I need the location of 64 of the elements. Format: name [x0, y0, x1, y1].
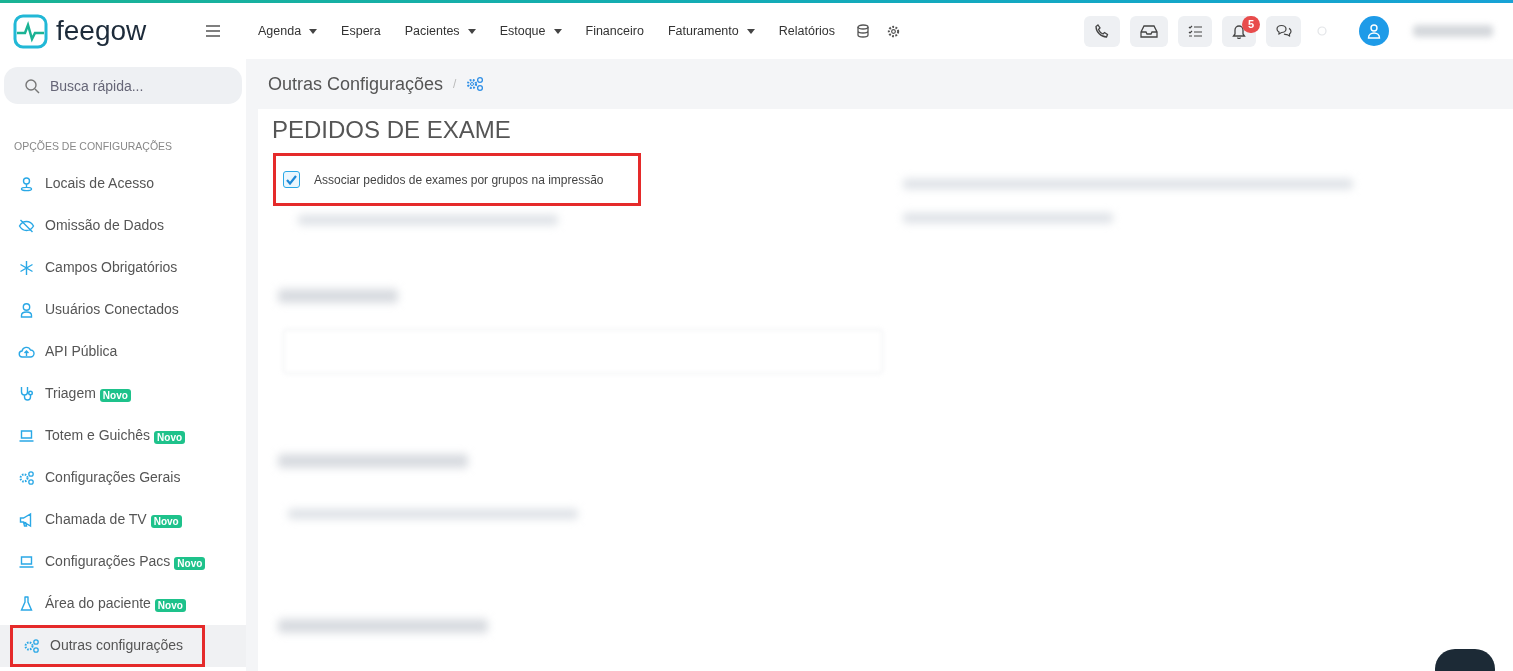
- checkbox[interactable]: [283, 171, 300, 188]
- chat-button[interactable]: [1266, 15, 1301, 47]
- search-icon: [24, 78, 40, 94]
- caret-icon: [746, 28, 755, 34]
- section-title: PEDIDOS DE EXAME: [271, 115, 512, 145]
- new-badge: Novo: [150, 515, 182, 529]
- nav-link[interactable]: Faturamento: [667, 21, 755, 41]
- caret-icon: [309, 28, 318, 34]
- inbox-icon: [1140, 24, 1158, 38]
- breadcrumb-title: Outras Configurações: [268, 72, 444, 96]
- eye-slash-icon: [18, 217, 35, 234]
- pin-icon: [18, 175, 35, 192]
- asterisk-icon: [18, 259, 35, 276]
- stethoscope-icon: [18, 385, 35, 402]
- phone-button[interactable]: [1084, 15, 1120, 47]
- gears-icon: [18, 469, 35, 486]
- phone-icon: [1094, 23, 1110, 39]
- chat-icon: [1275, 24, 1292, 38]
- laptop-icon: [18, 553, 35, 570]
- sidebar-item[interactable]: Configurações Gerais: [18, 467, 181, 489]
- brand-name: feegow: [56, 17, 147, 45]
- checklist-icon: [1188, 25, 1202, 37]
- nav-link[interactable]: Estoque: [499, 21, 562, 41]
- new-badge: Novo: [174, 557, 206, 571]
- nav-link[interactable]: Financeiro: [585, 21, 644, 41]
- sidebar-item[interactable]: Totem e Guichês Novo: [18, 425, 186, 447]
- new-badge: Novo: [154, 599, 186, 613]
- notification-badge: 5: [1242, 15, 1260, 33]
- sidebar-item[interactable]: Campos Obrigatórios: [18, 257, 178, 279]
- user-icon: [18, 301, 35, 318]
- sidebar-item[interactable]: Locais de Acesso: [18, 173, 154, 195]
- tasks-button[interactable]: [1178, 15, 1212, 47]
- settings-icon[interactable]: [887, 24, 901, 38]
- sidebar-item[interactable]: Configurações Pacs Novo: [18, 551, 206, 573]
- sidebar-item[interactable]: Área do paciente Novo: [18, 593, 186, 615]
- sidebar-item[interactable]: Triagem Novo: [18, 383, 131, 405]
- status-dot-icon: [1317, 26, 1327, 36]
- nav-link[interactable]: Agenda: [258, 21, 318, 41]
- new-badge: Novo: [154, 431, 186, 445]
- sidebar-heading: OPÇÕES DE CONFIGURAÇÕES: [13, 139, 174, 154]
- sidebar-item[interactable]: Chamada de TV Novo: [18, 509, 182, 531]
- sidebar-item[interactable]: Omissão de Dados: [18, 215, 165, 237]
- sidebar-item[interactable]: Usuários Conectados: [18, 299, 179, 321]
- nav-link[interactable]: Relatórios: [778, 21, 836, 41]
- caret-icon: [553, 28, 562, 34]
- sidebar-item[interactable]: API Pública: [18, 341, 118, 363]
- gears-icon: [466, 76, 485, 92]
- bell-icon: [1232, 23, 1246, 39]
- menu-icon[interactable]: [205, 24, 221, 38]
- caret-icon: [467, 28, 476, 34]
- nav-link[interactable]: Espera: [341, 21, 381, 41]
- breadcrumb-separator: /: [453, 76, 457, 93]
- sidebar-item[interactable]: Outras configurações: [10, 624, 205, 667]
- flask-icon: [18, 595, 35, 612]
- laptop-icon: [18, 427, 35, 444]
- database-icon[interactable]: [857, 24, 870, 38]
- inbox-button[interactable]: [1130, 15, 1168, 47]
- new-badge: Novo: [99, 389, 131, 403]
- checkbox-label: Associar pedidos de exames por grupos na impressão: [314, 171, 604, 189]
- gears-icon: [23, 637, 40, 654]
- nav-link[interactable]: Pacientes: [404, 21, 476, 41]
- search-field[interactable]: Busca rápida...: [4, 67, 242, 104]
- avatar[interactable]: [1359, 16, 1389, 46]
- logo-icon: [13, 13, 48, 49]
